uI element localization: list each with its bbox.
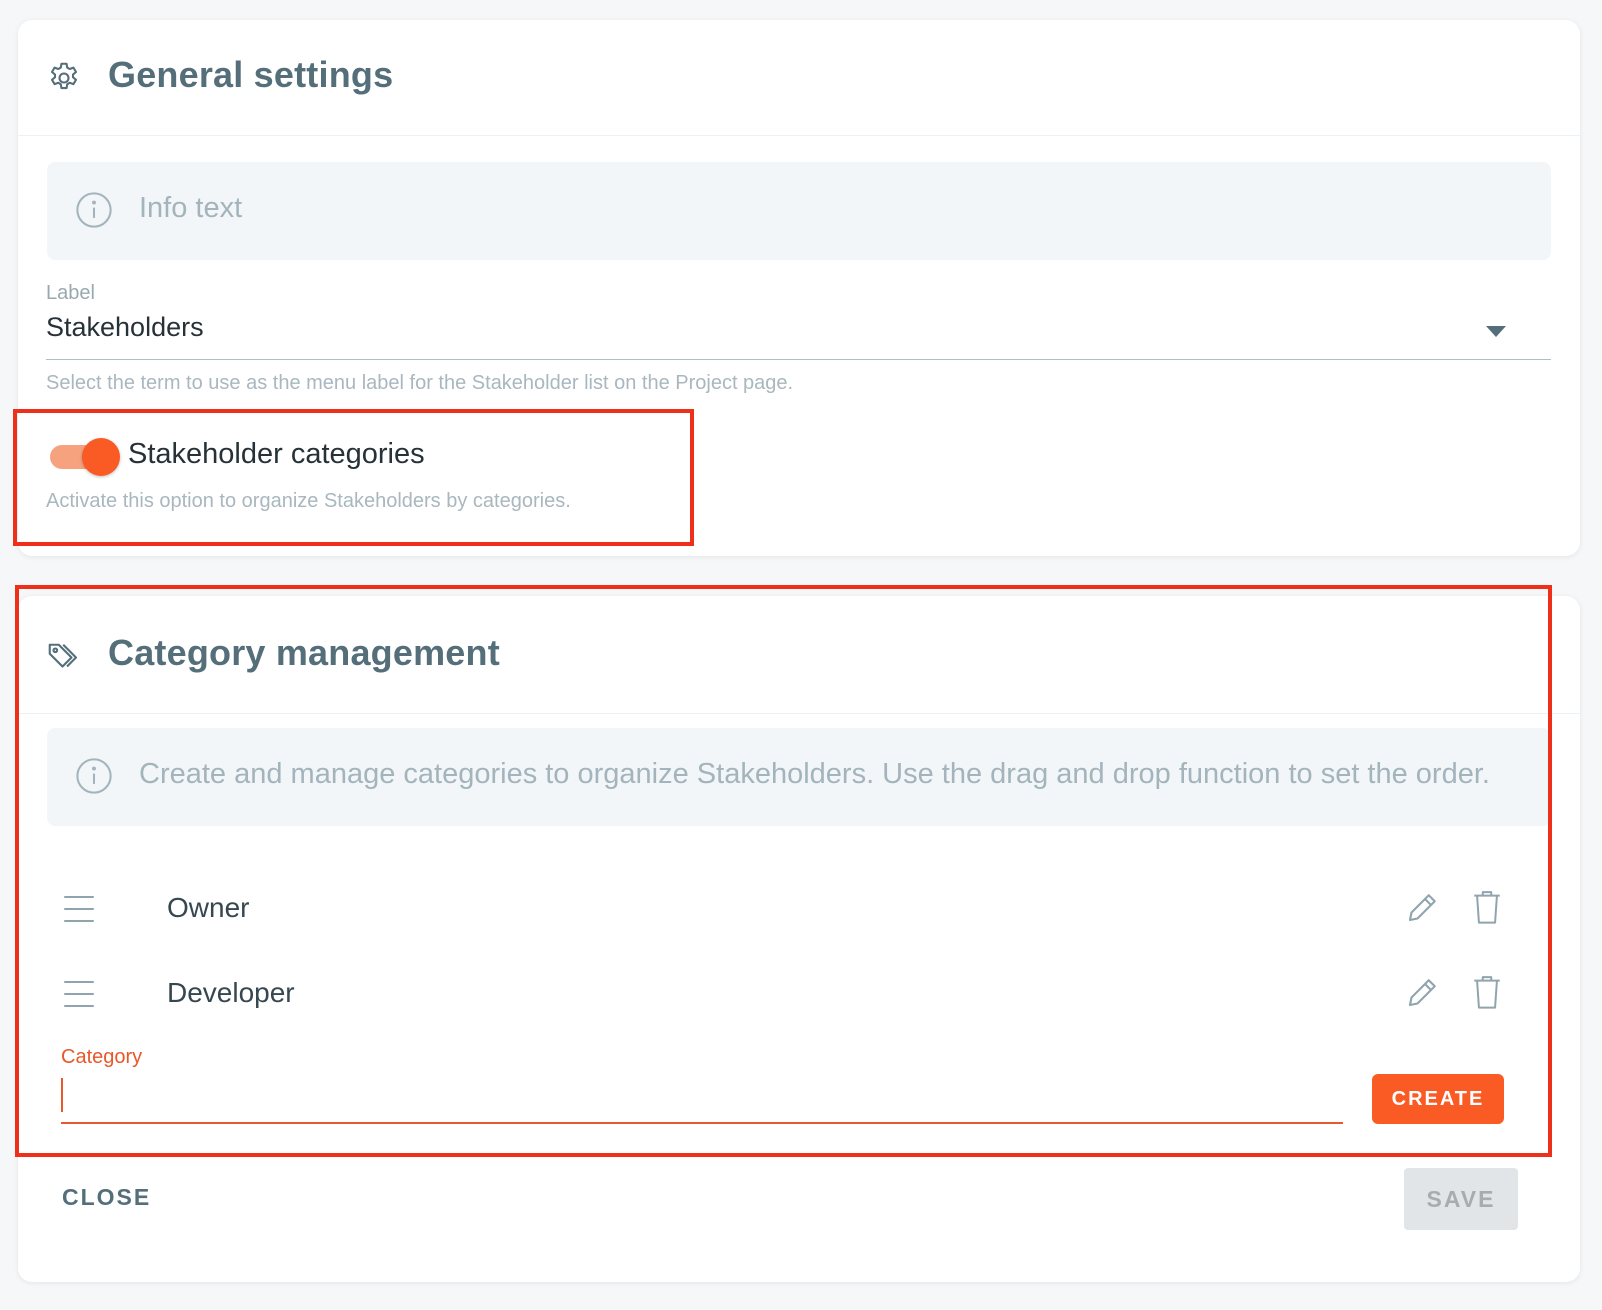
- text-caret: [61, 1078, 63, 1112]
- trash-icon[interactable]: [1470, 888, 1504, 926]
- toggle-knob[interactable]: [82, 438, 120, 476]
- label-select-underline: [46, 359, 1551, 360]
- create-button[interactable]: CREATE: [1372, 1074, 1504, 1124]
- pencil-icon[interactable]: [1404, 975, 1440, 1011]
- general-info-text: Info text: [139, 192, 243, 224]
- list-item: Owner: [18, 870, 1580, 950]
- stakeholder-categories-hint: Activate this option to organize Stakeho…: [46, 490, 571, 512]
- label-select-value: Stakeholders: [46, 312, 204, 342]
- category-input[interactable]: [61, 1072, 1343, 1124]
- drag-handle-icon[interactable]: [64, 981, 94, 1007]
- general-settings-title: General settings: [108, 54, 394, 95]
- label-field-caption: Label: [46, 282, 95, 304]
- category-management-header: Category management: [18, 596, 1580, 714]
- save-button[interactable]: SAVE: [1404, 1168, 1518, 1230]
- pencil-icon[interactable]: [1404, 890, 1440, 926]
- general-info-box: Info text: [47, 162, 1551, 260]
- category-info-box: Create and manage categories to organize…: [47, 728, 1551, 826]
- list-item: Developer: [18, 955, 1580, 1035]
- chevron-down-icon[interactable]: [1486, 326, 1506, 337]
- label-hint: Select the term to use as the menu label…: [46, 372, 794, 394]
- general-settings-header: General settings: [18, 20, 1580, 136]
- drag-handle-icon[interactable]: [64, 896, 94, 922]
- category-name: Owner: [167, 892, 250, 923]
- label-select[interactable]: Stakeholders: [46, 308, 1551, 360]
- stakeholder-categories-label: Stakeholder categories: [128, 438, 425, 470]
- general-settings-card: General settings Info text Label Stakeho…: [18, 20, 1580, 556]
- trash-icon[interactable]: [1470, 973, 1504, 1011]
- category-info-text: Create and manage categories to organize…: [139, 758, 1490, 790]
- category-name: Developer: [167, 977, 295, 1008]
- tag-icon: [48, 643, 78, 668]
- category-management-title: Category management: [108, 632, 500, 673]
- gear-icon: [50, 62, 78, 90]
- close-button[interactable]: CLOSE: [62, 1184, 151, 1211]
- info-icon: [76, 758, 112, 794]
- category-input-caption: Category: [61, 1046, 143, 1068]
- info-icon: [76, 192, 112, 228]
- category-management-card: Category management Create and manage ca…: [18, 596, 1580, 1282]
